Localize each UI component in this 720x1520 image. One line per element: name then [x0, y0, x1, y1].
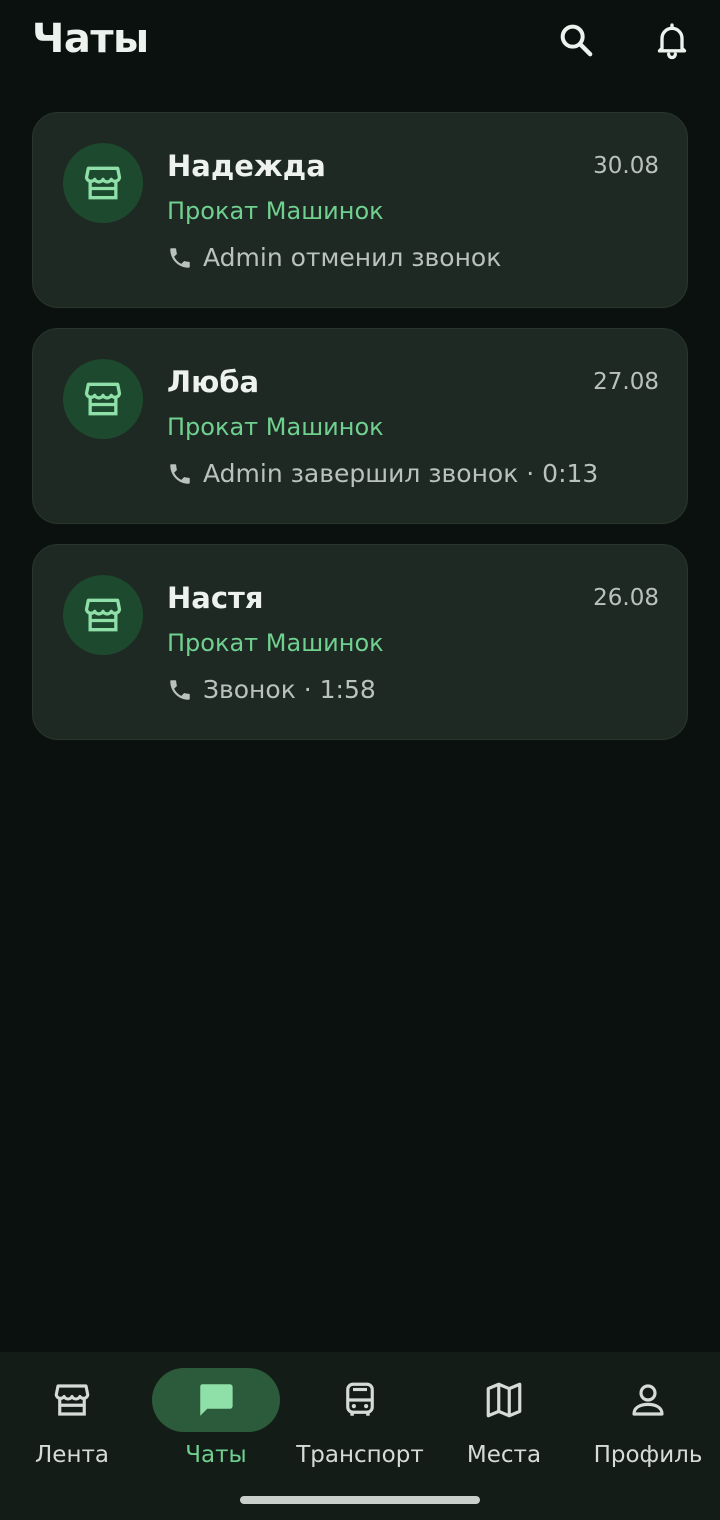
- phone-icon: [170, 679, 190, 700]
- notifications-button[interactable]: [646, 14, 698, 66]
- last-message-text: Звонок · 1:58: [203, 675, 376, 704]
- store-icon: [84, 598, 122, 632]
- nav-icon-container: [584, 1368, 712, 1432]
- message-date: 30.08: [593, 153, 659, 179]
- avatar: [63, 359, 143, 439]
- shop-name: Прокат Машинок: [167, 197, 384, 225]
- store-icon: [54, 1384, 90, 1416]
- nav-label: Профиль: [593, 1442, 703, 1468]
- phone-icon: [170, 247, 190, 268]
- chat-list-item[interactable]: Надежда 30.08 Прокат Машинок Admin отмен…: [32, 112, 688, 308]
- phone-icon: [170, 463, 190, 484]
- message-date: 27.08: [593, 369, 659, 395]
- last-message: Admin отменил звонок: [167, 243, 501, 272]
- shop-name: Прокат Машинок: [167, 413, 384, 441]
- contact-name: Надежда: [167, 149, 326, 183]
- avatar: [63, 143, 143, 223]
- store-icon: [84, 382, 122, 416]
- contact-name: Настя: [167, 581, 264, 615]
- nav-item-profile[interactable]: Профиль: [576, 1352, 720, 1492]
- search-button[interactable]: [550, 14, 602, 66]
- last-message: Admin завершил звонок · 0:13: [167, 459, 598, 488]
- chat-list-item[interactable]: Люба 27.08 Прокат Машинок Admin завершил…: [32, 328, 688, 524]
- bottom-navigation: Лента Чаты Транспорт Места Профиль: [0, 1352, 720, 1520]
- chat-list: Надежда 30.08 Прокат Машинок Admin отмен…: [32, 112, 688, 760]
- chat-list-item[interactable]: Настя 26.08 Прокат Машинок Звонок · 1:58: [32, 544, 688, 740]
- avatar: [63, 575, 143, 655]
- chats-screen: Чаты Надежда 30.08 Прокат Машинок Admin …: [0, 0, 720, 1520]
- nav-label: Лента: [35, 1442, 109, 1468]
- nav-icon-container: [152, 1368, 280, 1432]
- home-indicator[interactable]: [240, 1496, 480, 1504]
- map-icon: [486, 1382, 522, 1418]
- chat-bubble-icon: [200, 1384, 233, 1416]
- last-message: Звонок · 1:58: [167, 675, 376, 704]
- nav-label: Транспорт: [296, 1442, 424, 1468]
- message-date: 26.08: [593, 585, 659, 611]
- nav-item-transport[interactable]: Транспорт: [288, 1352, 432, 1492]
- nav-icon-container: [440, 1368, 568, 1432]
- last-message-text: Admin отменил звонок: [203, 243, 502, 272]
- last-message-text: Admin завершил звонок · 0:13: [203, 459, 599, 488]
- contact-name: Люба: [167, 365, 260, 399]
- shop-name: Прокат Машинок: [167, 629, 384, 657]
- nav-label: Места: [466, 1442, 542, 1468]
- nav-icon-container: [8, 1368, 136, 1432]
- nav-icon-container: [296, 1368, 424, 1432]
- top-app-bar: Чаты: [0, 0, 720, 84]
- nav-label: Чаты: [185, 1442, 247, 1468]
- nav-item-feed[interactable]: Лента: [0, 1352, 144, 1492]
- person-icon: [632, 1384, 664, 1416]
- page-title: Чаты: [32, 16, 149, 62]
- search-icon: [560, 24, 593, 57]
- store-icon: [84, 166, 122, 200]
- bell-icon: [657, 23, 687, 60]
- bus-icon: [346, 1382, 374, 1416]
- nav-item-places[interactable]: Места: [432, 1352, 576, 1492]
- nav-item-chats[interactable]: Чаты: [144, 1352, 288, 1492]
